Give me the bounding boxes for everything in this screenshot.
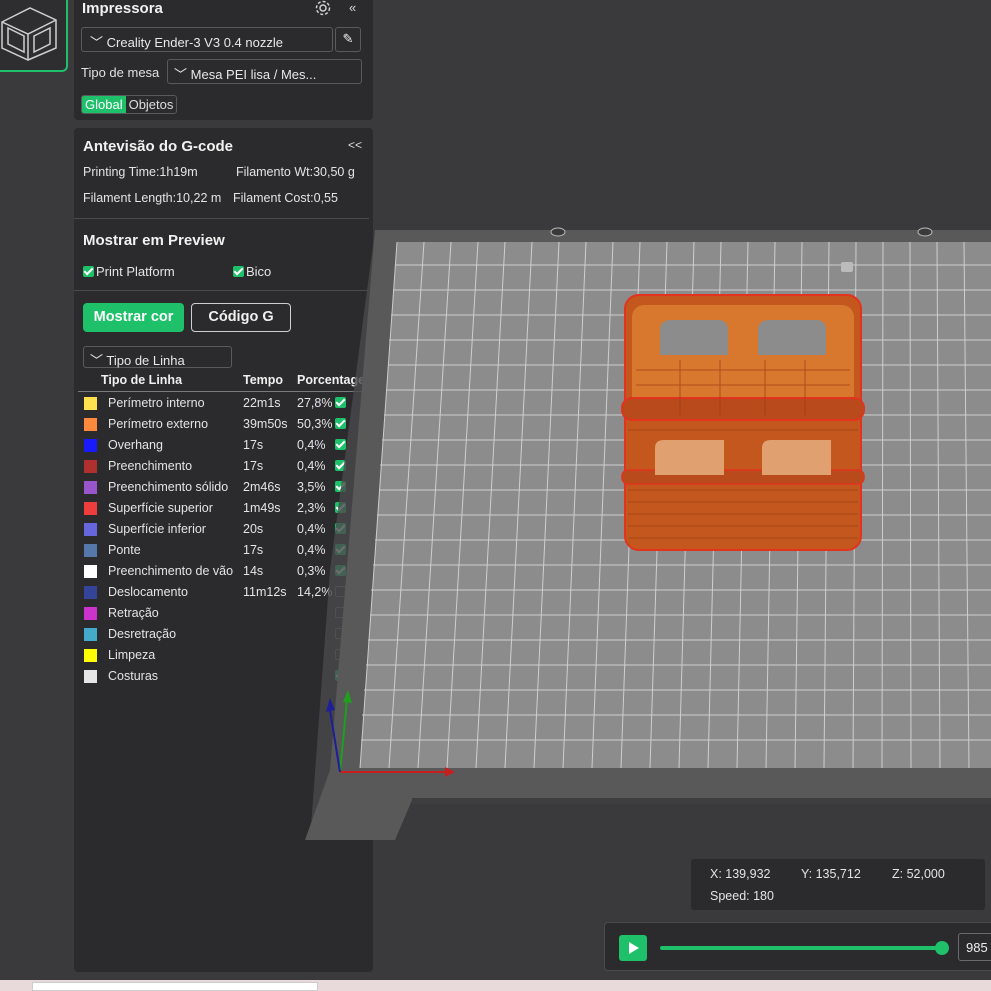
layer-playback-bar: 985 xyxy=(604,922,991,971)
coord-y: Y: 135,712 xyxy=(801,867,861,881)
line-type-name: Retração xyxy=(108,606,159,620)
color-swatch xyxy=(84,481,97,494)
view-type-value: Tipo de Linha xyxy=(106,353,185,368)
view-type-select[interactable]: ﹀ Tipo de Linha xyxy=(83,346,232,368)
line-type-name: Perímetro interno xyxy=(108,396,205,410)
filament-cost: Filament Cost:0,55 xyxy=(233,191,338,205)
object-thumbnail[interactable] xyxy=(0,0,68,72)
pencil-icon: ✎ xyxy=(342,31,354,46)
gcode-panel-title: Antevisão do G-code xyxy=(83,138,234,155)
collapse-icon[interactable]: « xyxy=(349,0,356,15)
line-type-time: 11m12s xyxy=(243,585,287,599)
line-type-name: Superfície superior xyxy=(108,501,213,515)
line-type-name: Overhang xyxy=(108,438,163,452)
line-type-time: 17s xyxy=(243,543,264,557)
show-color-button[interactable]: Mostrar cor xyxy=(83,303,184,332)
printer-panel: Impressora « ﹀ Creality Ender-3 V3 0.4 n… xyxy=(74,0,373,120)
taskbar xyxy=(0,980,991,991)
line-type-time: 39m50s xyxy=(243,417,288,431)
coord-z: Z: 52,000 xyxy=(892,867,945,881)
color-swatch xyxy=(84,460,97,473)
show-in-preview-title: Mostrar em Preview xyxy=(83,232,225,249)
line-type-name: Ponte xyxy=(108,543,141,557)
taskbar-window[interactable] xyxy=(32,982,318,991)
speed-value: Speed: 180 xyxy=(710,889,774,903)
divider xyxy=(74,218,369,219)
line-type-time: 14s xyxy=(243,564,264,578)
edit-printer-button[interactable]: ✎ xyxy=(335,27,361,52)
printing-time: Printing Time:1h19m xyxy=(83,165,198,179)
bed-type-value: Mesa PEI lisa / Mes... xyxy=(190,67,317,82)
color-swatch xyxy=(84,397,97,410)
printer-panel-title: Impressora xyxy=(82,0,163,17)
line-type-name: Perímetro externo xyxy=(108,417,209,431)
line-type-name: Superfície inferior xyxy=(108,522,206,536)
printed-model xyxy=(621,294,865,551)
chevron-down-icon: ﹀ xyxy=(90,353,104,368)
checkbox-icon xyxy=(233,266,244,277)
line-type-time: 22m1s xyxy=(243,396,281,410)
line-type-time: 17s xyxy=(243,438,264,452)
line-type-time: 2m46s xyxy=(243,480,281,494)
gear-icon[interactable] xyxy=(314,0,334,19)
coord-x: X: 139,932 xyxy=(710,867,771,881)
line-type-name: Desretração xyxy=(108,627,177,641)
layer-input[interactable]: 985 xyxy=(958,933,991,961)
color-swatch xyxy=(84,649,97,662)
filament-weight: Filamento Wt:30,50 g xyxy=(236,165,355,179)
option-print-platform[interactable]: Print Platform xyxy=(83,264,175,279)
color-swatch xyxy=(84,565,97,578)
line-type-name: Preenchimento sólido xyxy=(108,480,229,494)
move-slider-handle[interactable] xyxy=(935,941,949,955)
color-swatch xyxy=(84,502,97,515)
bed-type-label: Tipo de mesa xyxy=(81,65,160,80)
move-slider-track[interactable] xyxy=(660,946,943,950)
line-type-time: 20s xyxy=(243,522,264,536)
line-type-name: Costuras xyxy=(108,669,159,683)
line-type-name: Deslocamento xyxy=(108,585,188,599)
header-time: Tempo xyxy=(243,373,284,387)
line-type-name: Preenchimento de vão xyxy=(108,564,234,578)
scope-tabs: Global Objetos xyxy=(81,95,178,114)
chevron-down-icon: ﹀ xyxy=(174,67,188,82)
header-line-type: Tipo de Linha xyxy=(101,373,183,387)
option-nozzle[interactable]: Bico xyxy=(233,264,271,279)
printer-select[interactable]: ﹀ Creality Ender-3 V3 0.4 nozzle xyxy=(81,27,333,52)
tab-global[interactable]: Global xyxy=(82,96,126,113)
color-swatch xyxy=(84,670,97,683)
3d-viewport[interactable] xyxy=(300,220,991,840)
line-type-time: 1m49s xyxy=(243,501,281,515)
color-swatch xyxy=(84,418,97,431)
line-type-name: Limpeza xyxy=(108,648,156,662)
color-swatch xyxy=(84,544,97,557)
tab-objects[interactable]: Objetos xyxy=(126,96,177,113)
color-swatch xyxy=(84,607,97,620)
printer-select-value: Creality Ender-3 V3 0.4 nozzle xyxy=(106,35,283,50)
filament-length: Filament Length:10,22 m xyxy=(83,191,222,205)
color-swatch xyxy=(84,628,97,641)
gcode-button[interactable]: Código G xyxy=(191,303,291,332)
line-type-name: Preenchimento xyxy=(108,459,193,473)
color-swatch xyxy=(84,523,97,536)
bed-type-select[interactable]: ﹀ Mesa PEI lisa / Mes... xyxy=(167,59,362,84)
color-swatch xyxy=(84,586,97,599)
play-button[interactable] xyxy=(619,935,647,961)
collapse-icon[interactable]: << xyxy=(348,138,362,152)
line-type-time: 17s xyxy=(243,459,264,473)
color-swatch xyxy=(84,439,97,452)
chevron-down-icon: ﹀ xyxy=(90,35,104,50)
position-readout: X: 139,932 Y: 135,712 Z: 52,000 Speed: 1… xyxy=(691,859,985,910)
checkbox-icon xyxy=(83,266,94,277)
